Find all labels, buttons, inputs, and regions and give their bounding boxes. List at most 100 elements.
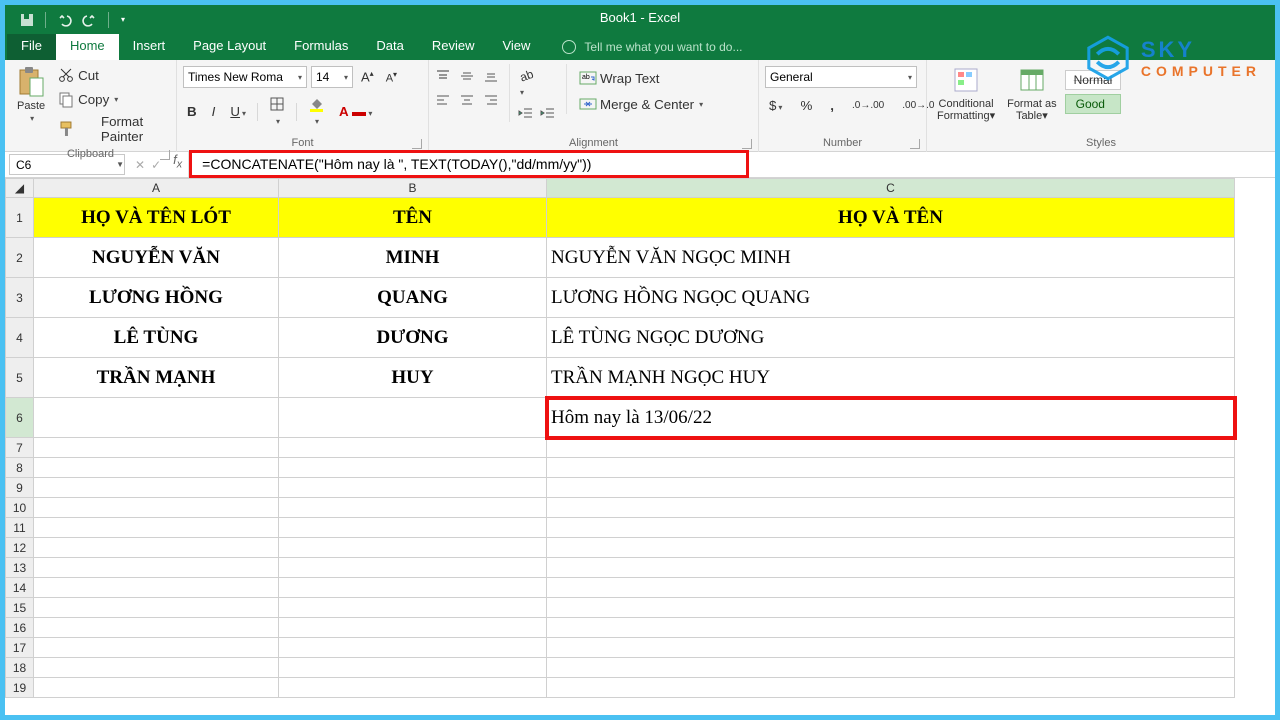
decrease-font-button[interactable]: A▾	[382, 68, 401, 87]
row-header-6[interactable]: 6	[6, 398, 34, 438]
tab-file[interactable]: File	[7, 34, 56, 60]
cell-b5[interactable]: HUY	[279, 358, 547, 398]
row-header-8[interactable]: 8	[6, 458, 34, 478]
row-header-18[interactable]: 18	[6, 658, 34, 678]
increase-decimal-button[interactable]: .0→.00	[848, 98, 888, 113]
number-format-select[interactable]: General▾	[765, 66, 917, 88]
row-header-12[interactable]: 12	[6, 538, 34, 558]
row-header-10[interactable]: 10	[6, 498, 34, 518]
paste-button[interactable]: Paste ▾	[11, 64, 51, 125]
svg-text:ab: ab	[518, 68, 536, 84]
cell-a6[interactable]	[34, 398, 279, 438]
percent-format-button[interactable]: %	[796, 96, 816, 115]
row-header-9[interactable]: 9	[6, 478, 34, 498]
increase-indent-icon[interactable]	[540, 106, 556, 122]
italic-button[interactable]: I	[208, 102, 220, 121]
format-as-table-button[interactable]: Format asTable▾	[1003, 64, 1061, 124]
cell-b6[interactable]	[279, 398, 547, 438]
accounting-format-button[interactable]: $▾	[765, 96, 786, 115]
tab-home[interactable]: Home	[56, 34, 119, 60]
col-header-b[interactable]: B	[279, 179, 547, 198]
align-left-icon[interactable]	[435, 92, 451, 108]
row-header-15[interactable]: 15	[6, 598, 34, 618]
cell-c4[interactable]: LÊ TÙNG NGỌC DƯƠNG	[547, 318, 1235, 358]
tell-me-search[interactable]: Tell me what you want to do...	[544, 34, 1275, 60]
clipboard-group-label: Clipboard	[67, 148, 114, 160]
cell-c2[interactable]: NGUYỄN VĂN NGỌC MINH	[547, 238, 1235, 278]
row-header-17[interactable]: 17	[6, 638, 34, 658]
wrap-text-button[interactable]: ab Wrap Text	[575, 68, 707, 88]
cell-a3[interactable]: LƯƠNG HỒNG	[34, 278, 279, 318]
cell-b1[interactable]: TÊN	[279, 198, 547, 238]
fill-color-button[interactable]: ▾	[304, 94, 328, 129]
cell-a2[interactable]: NGUYỄN VĂN	[34, 238, 279, 278]
bold-button[interactable]: B	[183, 102, 201, 121]
row-header-2[interactable]: 2	[6, 238, 34, 278]
underline-button[interactable]: U▾	[226, 102, 250, 121]
increase-font-button[interactable]: A▴	[357, 67, 378, 86]
row-header-4[interactable]: 4	[6, 318, 34, 358]
tab-formulas[interactable]: Formulas	[280, 34, 362, 60]
qat-customize-dropdown[interactable]: ▾	[121, 15, 125, 24]
row-header-16[interactable]: 16	[6, 618, 34, 638]
cut-button[interactable]: Cut	[53, 64, 170, 86]
cell-c6[interactable]: Hôm nay là 13/06/22	[547, 398, 1235, 438]
save-icon[interactable]	[19, 12, 35, 28]
comma-format-button[interactable]: ,	[826, 96, 838, 115]
font-group-label: Font	[291, 137, 313, 149]
row-header-11[interactable]: 11	[6, 518, 34, 538]
font-launcher-icon[interactable]	[412, 139, 422, 149]
style-normal[interactable]: Normal	[1065, 70, 1122, 90]
orientation-button[interactable]: ab▾	[518, 68, 556, 98]
tab-data[interactable]: Data	[362, 34, 417, 60]
align-center-icon[interactable]	[459, 92, 475, 108]
tab-page-layout[interactable]: Page Layout	[179, 34, 280, 60]
format-painter-button[interactable]: Format Painter	[53, 112, 170, 146]
col-header-c[interactable]: C	[547, 179, 1235, 198]
row-header-3[interactable]: 3	[6, 278, 34, 318]
cell-b2[interactable]: MINH	[279, 238, 547, 278]
clipboard-launcher-icon[interactable]	[160, 150, 170, 160]
number-launcher-icon[interactable]	[910, 139, 920, 149]
cell-c3[interactable]: LƯƠNG HỒNG NGỌC QUANG	[547, 278, 1235, 318]
tab-insert[interactable]: Insert	[119, 34, 180, 60]
undo-icon[interactable]	[56, 12, 72, 28]
font-size-select[interactable]: 14▾	[311, 66, 353, 88]
align-middle-icon[interactable]	[459, 68, 475, 84]
cell-c1[interactable]: HỌ VÀ TÊN	[547, 198, 1235, 238]
row-header-1[interactable]: 1	[6, 198, 34, 238]
window-title: Book1 - Excel	[5, 10, 1275, 25]
alignment-launcher-icon[interactable]	[742, 139, 752, 149]
borders-button[interactable]: ▾	[265, 94, 289, 129]
align-right-icon[interactable]	[483, 92, 499, 108]
worksheet[interactable]: ◢ A B C 1 HỌ VÀ TÊN LÓT TÊN HỌ VÀ TÊN 2 …	[5, 178, 1275, 698]
title-bar: ▾ Book1 - Excel	[5, 5, 1275, 34]
redo-icon[interactable]	[82, 12, 98, 28]
style-good[interactable]: Good	[1065, 94, 1122, 114]
row-header-5[interactable]: 5	[6, 358, 34, 398]
formula-input[interactable]: =CONCATENATE("Hôm nay là ", TEXT(TODAY()…	[189, 150, 749, 178]
copy-button[interactable]: Copy▾	[53, 88, 170, 110]
row-header-13[interactable]: 13	[6, 558, 34, 578]
font-color-button[interactable]: A ▾	[335, 102, 376, 121]
cell-b4[interactable]: DƯƠNG	[279, 318, 547, 358]
merge-center-button[interactable]: Merge & Center▾	[575, 94, 707, 114]
cell-c5[interactable]: TRẦN MẠNH NGỌC HUY	[547, 358, 1235, 398]
align-bottom-icon[interactable]	[483, 68, 499, 84]
font-family-select[interactable]: Times New Roma▾	[183, 66, 307, 88]
cell-a4[interactable]: LÊ TÙNG	[34, 318, 279, 358]
row-header-19[interactable]: 19	[6, 678, 34, 698]
tab-view[interactable]: View	[488, 34, 544, 60]
row-header-14[interactable]: 14	[6, 578, 34, 598]
cell-a1[interactable]: HỌ VÀ TÊN LÓT	[34, 198, 279, 238]
align-top-icon[interactable]	[435, 68, 451, 84]
row-header-7[interactable]: 7	[6, 438, 34, 458]
col-header-a[interactable]: A	[34, 179, 279, 198]
decrease-indent-icon[interactable]	[518, 106, 534, 122]
conditional-formatting-button[interactable]: ConditionalFormatting▾	[933, 64, 999, 124]
scissors-icon	[57, 66, 75, 84]
select-all-corner[interactable]: ◢	[6, 179, 34, 198]
tab-review[interactable]: Review	[418, 34, 489, 60]
cell-a5[interactable]: TRẦN MẠNH	[34, 358, 279, 398]
cell-b3[interactable]: QUANG	[279, 278, 547, 318]
